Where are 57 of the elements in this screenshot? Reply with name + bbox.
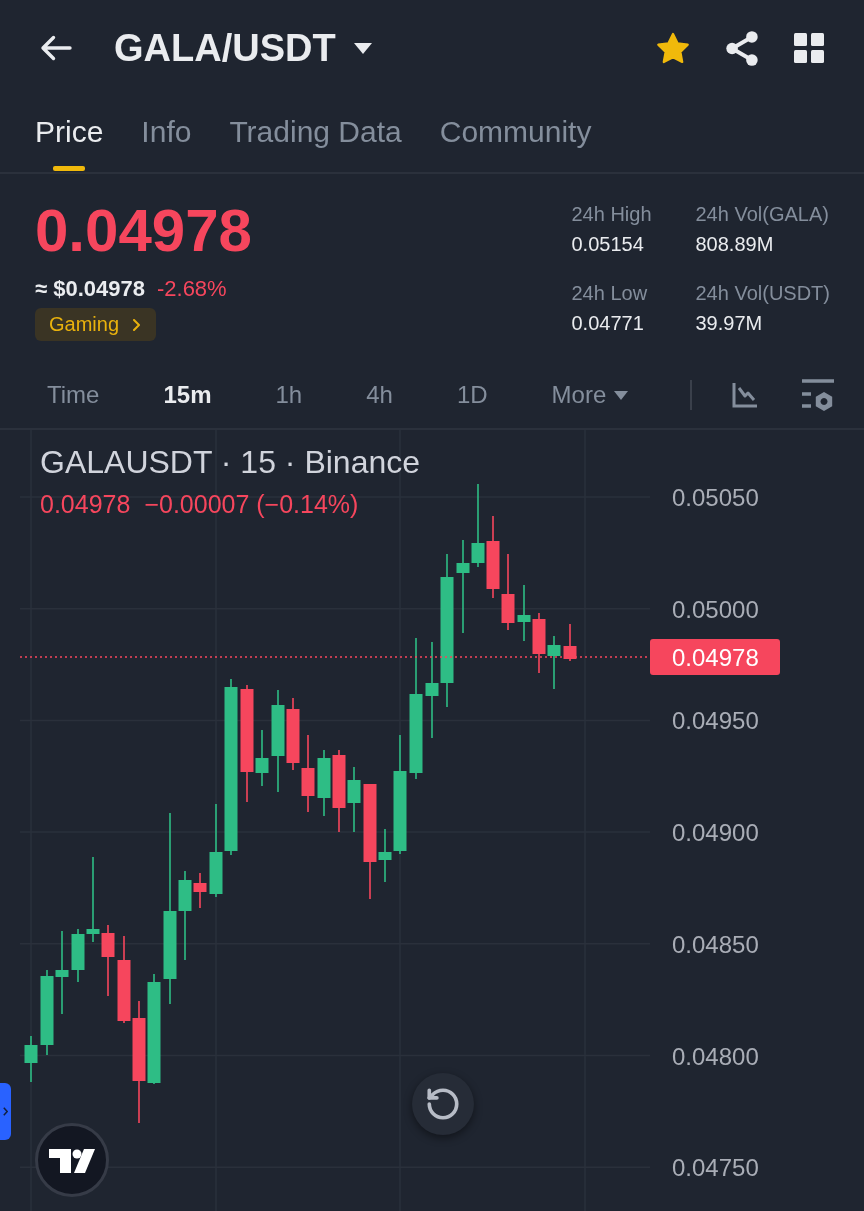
rotate-arrow-icon: [427, 1088, 459, 1120]
settings-icon[interactable]: [802, 378, 835, 412]
section-tab[interactable]: Price: [35, 115, 104, 171]
price-axis-label: 0.05000: [672, 595, 759, 623]
interval-option[interactable]: 1D: [456, 380, 488, 410]
chart-price-change: −0.00007 (−0.14%): [144, 489, 359, 520]
falling-candle: [532, 612, 546, 674]
stat-value: 0.05154: [571, 232, 645, 257]
chevron-right-icon: [3, 1107, 8, 1116]
more-menu-button[interactable]: More: [551, 380, 629, 410]
rising-candle: [255, 729, 269, 787]
caret-down-icon: [614, 390, 629, 400]
stat-value: 0.04771: [571, 311, 645, 336]
last-price: 0.04978: [35, 196, 252, 266]
rising-candle: [517, 584, 531, 642]
stat-label: 24h Vol(GALA): [695, 202, 830, 227]
section-tab[interactable]: Info: [141, 115, 192, 171]
last-price-tag: 0.04978: [650, 639, 780, 675]
caret-down-icon: [353, 42, 372, 54]
price-axis-label: 0.04950: [672, 707, 759, 735]
chart-logo-icon[interactable]: [35, 1123, 109, 1197]
price-axis-label: 0.04900: [672, 819, 759, 847]
chart-symbol-title: GALAUSDT · 15 · Binance: [40, 443, 420, 482]
share-icon[interactable]: [726, 30, 758, 66]
category-tag[interactable]: Gaming: [35, 308, 157, 341]
rising-candle: [317, 749, 331, 817]
price-change: -2.68%: [156, 275, 227, 303]
section-tab[interactable]: Trading Data: [229, 115, 402, 171]
rising-candle: [547, 635, 561, 690]
stat-value: 39.97M: [695, 311, 764, 336]
chart-last-price: 0.04978: [40, 489, 131, 520]
rising-candle: [347, 766, 361, 833]
falling-candle: [193, 872, 207, 909]
price-axis-label: 0.05050: [672, 484, 759, 511]
interval-option[interactable]: 4h: [366, 380, 393, 410]
rising-candle: [24, 1035, 38, 1083]
stat-value: 808.89M: [695, 232, 775, 257]
reset-chart-button[interactable]: [412, 1073, 474, 1135]
price-axis-label: 0.04800: [672, 1042, 759, 1070]
star-icon[interactable]: [656, 31, 690, 65]
interval-option[interactable]: Time: [47, 380, 100, 410]
grid-icon[interactable]: [794, 33, 824, 63]
line-chart-icon[interactable]: [732, 382, 759, 408]
stat-label: 24h Vol(USDT): [695, 281, 830, 306]
price-axis-label: 0.04750: [672, 1154, 759, 1182]
falling-candle: [563, 623, 577, 662]
stat-label: 24h High: [571, 202, 653, 227]
interval-option[interactable]: 15m: [163, 380, 212, 410]
stat-label: 24h Low: [571, 281, 649, 306]
chevron-right-icon: [133, 318, 141, 331]
section-tab[interactable]: Community: [439, 115, 592, 171]
interval-option[interactable]: 1h: [275, 380, 303, 410]
price-axis-label: 0.04850: [672, 930, 759, 958]
back-arrow-icon[interactable]: [40, 35, 72, 61]
side-drawer-tab[interactable]: [0, 1083, 11, 1140]
usd-price: ≈ $0.04978: [35, 275, 145, 303]
pair-selector[interactable]: GALA/USDT: [114, 26, 372, 70]
